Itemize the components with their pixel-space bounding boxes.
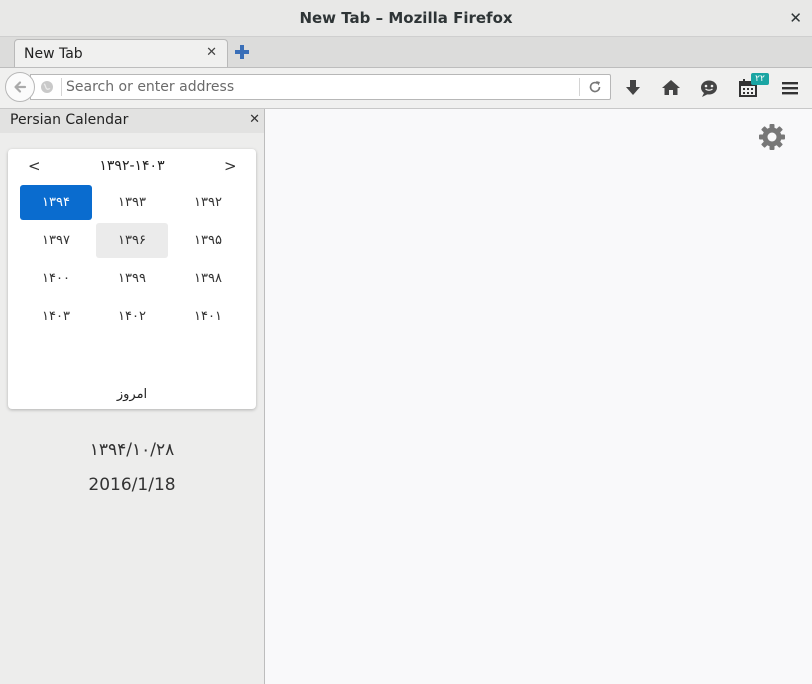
back-button[interactable] bbox=[5, 72, 35, 102]
year-cell[interactable]: ۱۳۹۷ bbox=[20, 223, 92, 258]
calendar-badge: ۲۲ bbox=[751, 73, 769, 85]
year-cell[interactable]: ۱۳۹۴ bbox=[20, 185, 92, 220]
tab-label: New Tab bbox=[24, 46, 83, 62]
calendar-range-label[interactable]: ۱۳۹۲-۱۴۰۳ bbox=[8, 158, 256, 174]
home-icon[interactable] bbox=[661, 78, 681, 98]
calendar-card: < ۱۳۹۲-۱۴۰۳ > ۱۳۹۴ ۱۳۹۳ ۱۳۹۲ ۱۳۹۷ ۱۳۹۶ ۱… bbox=[8, 149, 256, 409]
tab-strip: New Tab ✕ bbox=[0, 37, 812, 68]
back-arrow-icon bbox=[14, 81, 27, 93]
sidebar-close-icon[interactable]: ✕ bbox=[249, 112, 260, 127]
tab-new-tab[interactable]: New Tab ✕ bbox=[14, 39, 228, 67]
reload-icon[interactable] bbox=[587, 79, 603, 95]
nav-toolbar bbox=[0, 68, 812, 109]
new-tab-plus-icon[interactable] bbox=[234, 44, 250, 60]
year-cell[interactable]: ۱۳۹۵ bbox=[172, 223, 244, 258]
window-titlebar: New Tab – Mozilla Firefox ✕ bbox=[0, 0, 812, 37]
url-divider bbox=[61, 78, 62, 96]
gregorian-date: 2016/1/18 bbox=[88, 475, 176, 495]
new-tab-content bbox=[265, 109, 812, 684]
persian-date: ۱۳۹۴/۱۰/۲۸ bbox=[89, 440, 175, 460]
globe-icon bbox=[41, 81, 53, 93]
year-cell[interactable]: ۱۳۹۹ bbox=[96, 261, 168, 296]
hamburger-menu-icon[interactable] bbox=[780, 78, 800, 98]
today-button[interactable]: امروز bbox=[8, 387, 256, 402]
url-bar[interactable] bbox=[30, 74, 611, 100]
window-close-button[interactable]: ✕ bbox=[789, 9, 802, 27]
gear-icon[interactable] bbox=[758, 123, 786, 151]
chat-face-icon[interactable] bbox=[699, 78, 719, 98]
window-title: New Tab – Mozilla Firefox bbox=[299, 9, 513, 27]
year-cell[interactable]: ۱۴۰۱ bbox=[172, 299, 244, 334]
year-cell[interactable]: ۱۴۰۰ bbox=[20, 261, 92, 296]
tab-close-icon[interactable]: ✕ bbox=[206, 45, 217, 60]
search-input[interactable] bbox=[66, 76, 576, 98]
calendar-next-button[interactable]: > bbox=[224, 157, 237, 175]
year-cell[interactable]: ۱۳۹۲ bbox=[172, 185, 244, 220]
sidebar-header: Persian Calendar ✕ bbox=[0, 109, 264, 133]
year-cell[interactable]: ۱۳۹۳ bbox=[96, 185, 168, 220]
year-cell[interactable]: ۱۳۹۶ bbox=[96, 223, 168, 258]
download-icon[interactable] bbox=[623, 78, 643, 98]
reload-divider bbox=[579, 78, 580, 96]
year-cell[interactable]: ۱۳۹۸ bbox=[172, 261, 244, 296]
year-cell[interactable]: ۱۴۰۳ bbox=[20, 299, 92, 334]
year-cell[interactable]: ۱۴۰۲ bbox=[96, 299, 168, 334]
sidebar-title: Persian Calendar bbox=[10, 112, 129, 128]
sidebar: Persian Calendar ✕ < ۱۳۹۲-۱۴۰۳ > ۱۳۹۴ ۱۳… bbox=[0, 109, 265, 684]
